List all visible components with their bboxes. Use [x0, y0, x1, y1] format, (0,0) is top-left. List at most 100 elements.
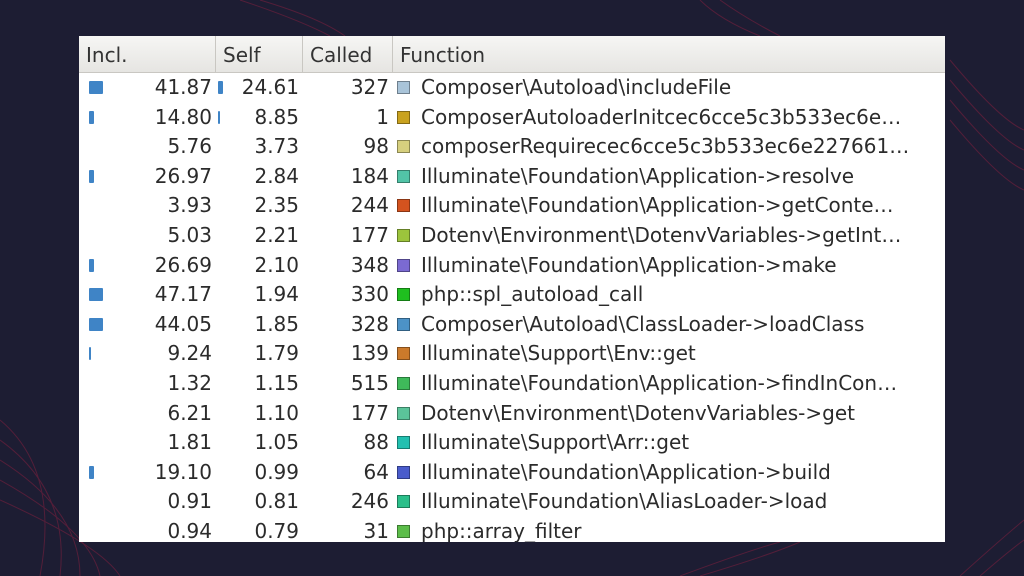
function-name: composerRequirecec6cce5c3b533ec6e227661… [421, 134, 910, 159]
table-row[interactable]: 0.94 0.79 31 php::array_filter [79, 517, 945, 542]
called-count: 88 [363, 430, 389, 455]
incl-value: 44.05 [154, 311, 212, 336]
function-name: Illuminate\Support\Env::get [421, 341, 696, 366]
incl-cost-bar [89, 317, 103, 331]
function-color-swatch [397, 347, 410, 361]
self-cost-bar [218, 110, 220, 124]
incl-value: 5.03 [167, 222, 212, 247]
called-count: 515 [350, 370, 389, 395]
function-name: Composer\Autoload\ClassLoader->loadClass [421, 311, 865, 336]
called-count: 348 [350, 252, 389, 277]
table-row[interactable]: 5.03 2.21 177 Dotenv\Environment\DotenvVari… [79, 221, 945, 251]
incl-value: 47.17 [154, 282, 212, 307]
incl-value: 0.91 [167, 489, 212, 514]
incl-value: 19.10 [154, 459, 212, 484]
function-color-swatch [397, 199, 410, 213]
function-name: Composer\Autoload\includeFile [421, 75, 732, 99]
called-count: 327 [350, 75, 389, 99]
incl-cost-bar [89, 288, 103, 302]
called-count: 177 [350, 222, 389, 247]
self-value: 2.84 [254, 163, 299, 188]
column-header-self[interactable]: Self [215, 36, 302, 72]
table-row[interactable]: 3.93 2.35 244 Illuminate\Foundation\Applica… [79, 191, 945, 221]
self-value: 2.10 [254, 252, 299, 277]
profiler-table: Incl. Self Called Function 41.87 24.61 327… [79, 36, 945, 542]
function-name: Illuminate\Foundation\Application->resol… [421, 163, 855, 188]
self-value: 1.85 [254, 311, 299, 336]
function-name: Illuminate\Foundation\Application->getCo… [421, 193, 894, 218]
column-header-function[interactable]: Function [392, 36, 945, 72]
function-color-swatch [397, 524, 410, 538]
table-row[interactable]: 0.91 0.81 246 Illuminate\Foundation\AliasLo… [79, 487, 945, 517]
function-color-swatch [397, 376, 410, 390]
incl-value: 1.32 [167, 370, 212, 395]
function-color-swatch [397, 288, 410, 302]
incl-cost-bar [89, 81, 103, 94]
incl-value: 26.69 [154, 252, 212, 277]
self-cost-bar [218, 81, 223, 94]
called-count: 98 [363, 134, 389, 159]
function-name: php::array_filter [421, 518, 582, 542]
table-row[interactable]: 6.21 1.10 177 Dotenv\Environment\DotenvVari… [79, 399, 945, 429]
function-name: Illuminate\Support\Arr::get [421, 430, 690, 455]
called-count: 1 [376, 104, 389, 129]
self-value: 1.05 [254, 430, 299, 455]
table-header: Incl. Self Called Function [79, 36, 945, 73]
function-name: Dotenv\Environment\DotenvVariables->getI… [421, 222, 902, 247]
function-color-swatch [397, 317, 410, 331]
incl-cost-bar [89, 110, 94, 124]
incl-value: 1.81 [167, 430, 212, 455]
function-name: Illuminate\Foundation\Application->make [421, 252, 837, 277]
incl-value: 5.76 [167, 134, 212, 159]
function-name: Illuminate\Foundation\Application->findI… [421, 370, 898, 395]
self-value: 0.99 [254, 459, 299, 484]
called-count: 177 [350, 400, 389, 425]
self-value: 3.73 [254, 134, 299, 159]
incl-cost-bar [89, 465, 94, 479]
self-value: 8.85 [254, 104, 299, 129]
function-color-swatch [397, 436, 410, 450]
incl-cost-bar [89, 169, 94, 183]
table-row[interactable]: 26.69 2.10 348 Illuminate\Foundation\Applic… [79, 251, 945, 281]
table-row[interactable]: 1.32 1.15 515 Illuminate\Foundation\Applica… [79, 369, 945, 399]
table-row[interactable]: 26.97 2.84 184 Illuminate\Foundation\Applic… [79, 162, 945, 192]
called-count: 246 [350, 489, 389, 514]
function-color-swatch [397, 140, 410, 154]
function-color-swatch [397, 465, 410, 479]
function-name: php::spl_autoload_call [421, 282, 644, 307]
incl-value: 9.24 [167, 341, 212, 366]
function-color-swatch [397, 228, 410, 242]
incl-value: 26.97 [154, 163, 212, 188]
self-value: 2.21 [254, 222, 299, 247]
self-value: 24.61 [241, 75, 299, 99]
called-count: 31 [363, 518, 389, 542]
incl-cost-bar [89, 258, 94, 272]
self-value: 1.94 [254, 282, 299, 307]
incl-value: 3.93 [167, 193, 212, 218]
function-name: Dotenv\Environment\DotenvVariables->get [421, 400, 855, 425]
table-row[interactable]: 19.10 0.99 64 Illuminate\Foundation\Applica… [79, 458, 945, 488]
column-header-called[interactable]: Called [302, 36, 392, 72]
self-value: 1.10 [254, 400, 299, 425]
function-color-swatch [397, 110, 410, 124]
column-header-incl[interactable]: Incl. [79, 36, 215, 72]
table-row[interactable]: 1.81 1.05 88 Illuminate\Support\Arr::get [79, 428, 945, 458]
called-count: 64 [363, 459, 389, 484]
self-value: 1.79 [254, 341, 299, 366]
function-color-swatch [397, 258, 410, 272]
table-row[interactable]: 9.24 1.79 139 Illuminate\Support\Env::get [79, 339, 945, 369]
called-count: 328 [350, 311, 389, 336]
incl-cost-bar [89, 347, 91, 361]
table-body: 41.87 24.61 327 Composer\Autoload\includeFi… [79, 73, 945, 542]
self-value: 1.15 [254, 370, 299, 395]
function-color-swatch [397, 169, 410, 183]
table-row[interactable]: 14.80 8.85 1 ComposerAutoloaderInitcec6cce5… [79, 103, 945, 133]
called-count: 184 [350, 163, 389, 188]
incl-value: 6.21 [167, 400, 212, 425]
incl-value: 41.87 [154, 75, 212, 99]
table-row[interactable]: 44.05 1.85 328 Composer\Autoload\ClassLoade… [79, 310, 945, 340]
table-row[interactable]: 47.17 1.94 330 php::spl_autoload_call [79, 280, 945, 310]
table-row[interactable]: 5.76 3.73 98 composerRequirecec6cce5c3b533e… [79, 132, 945, 162]
called-count: 139 [350, 341, 389, 366]
table-row[interactable]: 41.87 24.61 327 Composer\Autoload\includeFi… [79, 73, 945, 103]
